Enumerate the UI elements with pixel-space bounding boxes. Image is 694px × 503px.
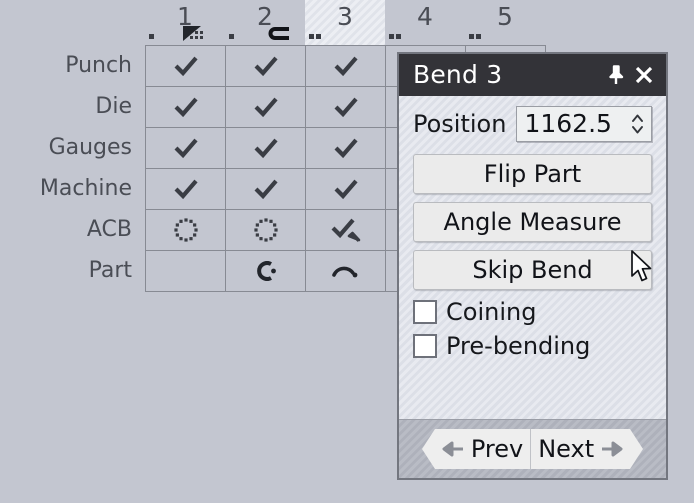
arrow-right-icon xyxy=(601,435,623,463)
row-label-part: Part xyxy=(88,258,132,283)
cell-machine-2[interactable] xyxy=(226,169,306,210)
check-icon xyxy=(173,55,199,77)
table-column-headers: 12345 xyxy=(145,0,545,45)
check-icon xyxy=(173,137,199,159)
dots-icon xyxy=(385,24,465,42)
row-label-acb: ACB xyxy=(86,217,132,242)
next-label: Next xyxy=(538,435,595,463)
cell-die-1[interactable] xyxy=(146,87,226,128)
cell-punch-1[interactable] xyxy=(146,46,226,87)
row-label-gauges: Gauges xyxy=(48,135,132,160)
check-icon xyxy=(253,178,279,200)
pre-bending-checkbox-box[interactable] xyxy=(413,334,437,358)
column-header-3[interactable]: 3 xyxy=(305,0,385,45)
triangle-dither-icon xyxy=(145,24,225,42)
pin-icon[interactable] xyxy=(602,60,630,90)
column-header-5[interactable]: 5 xyxy=(465,0,545,45)
dialog-footer: Prev Next xyxy=(399,419,666,478)
prev-label: Prev xyxy=(470,435,524,463)
check-icon xyxy=(333,96,359,118)
check-icon xyxy=(173,96,199,118)
check-cursor-icon xyxy=(331,218,361,242)
column-header-4[interactable]: 4 xyxy=(385,0,465,45)
pre-bending-label: Pre-bending xyxy=(446,332,591,360)
nav-button-group: Prev Next xyxy=(421,429,644,469)
dialog-title: Bend 3 xyxy=(413,60,503,89)
flip-part-button[interactable]: Flip Part xyxy=(413,154,652,194)
check-icon xyxy=(253,55,279,77)
cell-punch-2[interactable] xyxy=(226,46,306,87)
check-icon xyxy=(333,137,359,159)
next-button[interactable]: Next xyxy=(531,429,631,469)
check-icon xyxy=(333,55,359,77)
prev-button[interactable]: Prev xyxy=(434,429,532,469)
table-row-labels: Punch Die Gauges Machine ACB Part xyxy=(0,45,140,291)
cell-gauges-2[interactable] xyxy=(226,128,306,169)
cell-part-3[interactable] xyxy=(306,251,386,292)
close-icon[interactable] xyxy=(630,60,658,90)
cell-punch-3[interactable] xyxy=(306,46,386,87)
clamp-hook-icon xyxy=(225,24,305,42)
position-row: Position 1162.5 xyxy=(413,106,652,142)
cell-acb-2[interactable] xyxy=(226,210,306,251)
check-icon xyxy=(253,96,279,118)
coining-checkbox-box[interactable] xyxy=(413,300,437,324)
column-header-2[interactable]: 2 xyxy=(225,0,305,45)
pre-bending-checkbox[interactable]: Pre-bending xyxy=(413,332,652,360)
coining-checkbox[interactable]: Coining xyxy=(413,298,652,326)
dialog-titlebar: Bend 3 xyxy=(399,54,666,96)
bend-dialog: Bend 3 Position 1162.5 Flip Part Angle M… xyxy=(397,52,668,480)
part-c-icon xyxy=(252,261,280,281)
pending-icon xyxy=(253,217,279,243)
nav-right-cap xyxy=(630,429,644,469)
coining-label: Coining xyxy=(446,298,537,326)
cell-die-3[interactable] xyxy=(306,87,386,128)
cell-gauges-3[interactable] xyxy=(306,128,386,169)
skip-bend-button[interactable]: Skip Bend xyxy=(413,250,652,290)
column-header-1[interactable]: 1 xyxy=(145,0,225,45)
cell-gauges-1[interactable] xyxy=(146,128,226,169)
row-label-die: Die xyxy=(95,94,132,119)
check-icon xyxy=(253,137,279,159)
cell-die-2[interactable] xyxy=(226,87,306,128)
position-spinbox[interactable]: 1162.5 xyxy=(516,106,652,142)
position-label: Position xyxy=(413,110,507,138)
cell-acb-3[interactable] xyxy=(306,210,386,251)
check-icon xyxy=(333,178,359,200)
cell-machine-1[interactable] xyxy=(146,169,226,210)
cell-part-1[interactable] xyxy=(146,251,226,292)
dots-icon xyxy=(465,24,545,42)
cell-acb-1[interactable] xyxy=(146,210,226,251)
cell-part-2[interactable] xyxy=(226,251,306,292)
position-value[interactable]: 1162.5 xyxy=(517,107,626,141)
dots-icon xyxy=(305,24,385,42)
part-bend-icon xyxy=(331,261,361,281)
cell-machine-3[interactable] xyxy=(306,169,386,210)
row-label-punch: Punch xyxy=(65,53,132,78)
dialog-body: Position 1162.5 Flip Part Angle Measure … xyxy=(399,96,666,419)
check-icon xyxy=(173,178,199,200)
nav-left-cap xyxy=(421,429,435,469)
pending-icon xyxy=(173,217,199,243)
angle-measure-button[interactable]: Angle Measure xyxy=(413,202,652,242)
arrow-left-icon xyxy=(442,435,464,463)
spinner-updown-icon[interactable] xyxy=(626,111,651,137)
row-label-machine: Machine xyxy=(39,176,132,201)
